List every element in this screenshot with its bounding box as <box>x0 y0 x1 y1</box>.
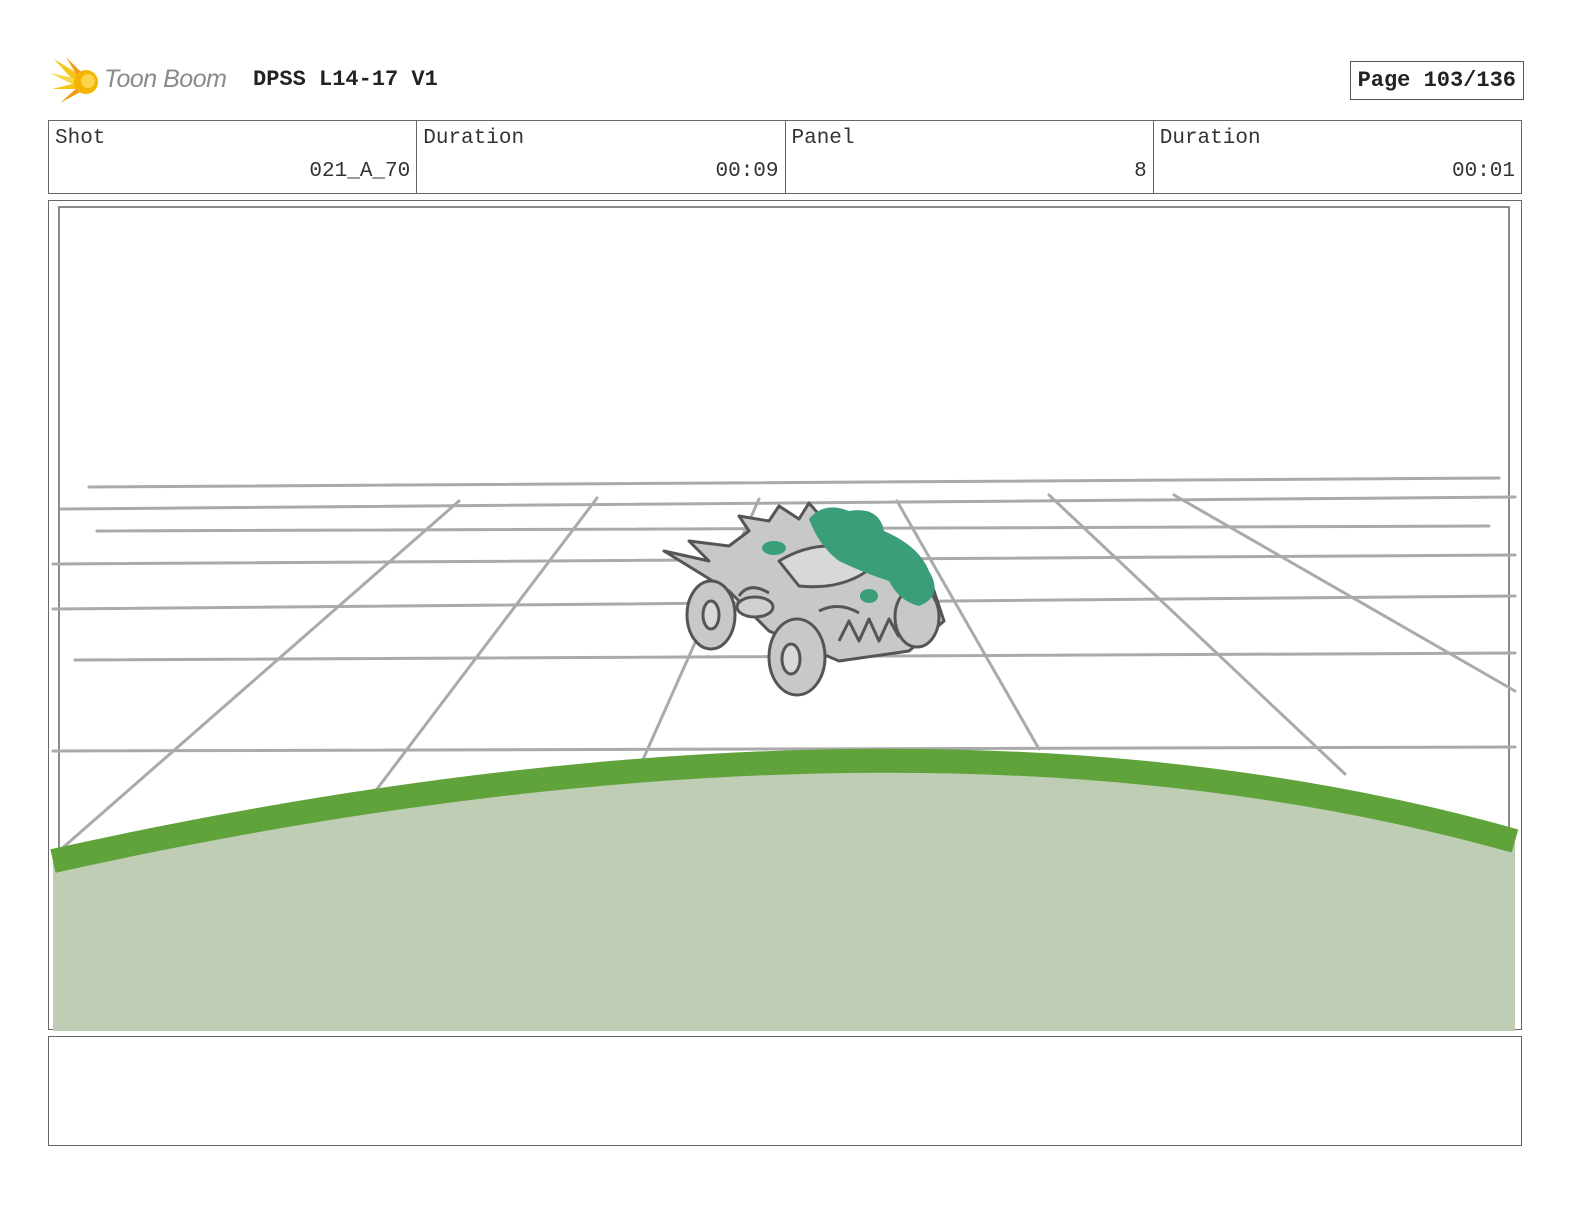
panel-drawing <box>50 206 1519 1031</box>
panel-duration-cell: Duration 00:01 <box>1154 121 1521 193</box>
shot-label: Shot <box>55 127 106 150</box>
panel-label: Panel <box>791 127 855 150</box>
starburst-icon <box>50 57 98 103</box>
shot-duration-cell: Duration 00:09 <box>417 121 786 193</box>
panel-cell: Panel 8 <box>786 121 1154 193</box>
notes-box <box>48 1036 1522 1146</box>
panel-value: 8 <box>1134 160 1147 183</box>
page-indicator: Page 103/136 <box>1349 61 1524 100</box>
monster-car <box>662 501 946 697</box>
panel-duration-label: Duration <box>1159 127 1261 150</box>
project-title: DPSS L14-17 V1 <box>253 67 438 92</box>
panel-duration-value: 00:01 <box>1451 160 1515 183</box>
logo-text: Toon Boom <box>104 65 227 93</box>
toon-boom-logo: Toon Boom <box>50 55 240 105</box>
shot-info-table: Shot 021_A_70 Duration 00:09 Panel 8 Dur… <box>48 120 1522 194</box>
storyboard-panel <box>48 200 1522 1031</box>
shot-duration-label: Duration <box>423 127 525 150</box>
shot-duration-value: 00:09 <box>715 160 779 183</box>
page-header: Toon Boom DPSS L14-17 V1 Page 103/136 <box>50 55 1524 105</box>
shot-value: 021_A_70 <box>309 160 411 183</box>
shot-cell: Shot 021_A_70 <box>49 121 418 193</box>
